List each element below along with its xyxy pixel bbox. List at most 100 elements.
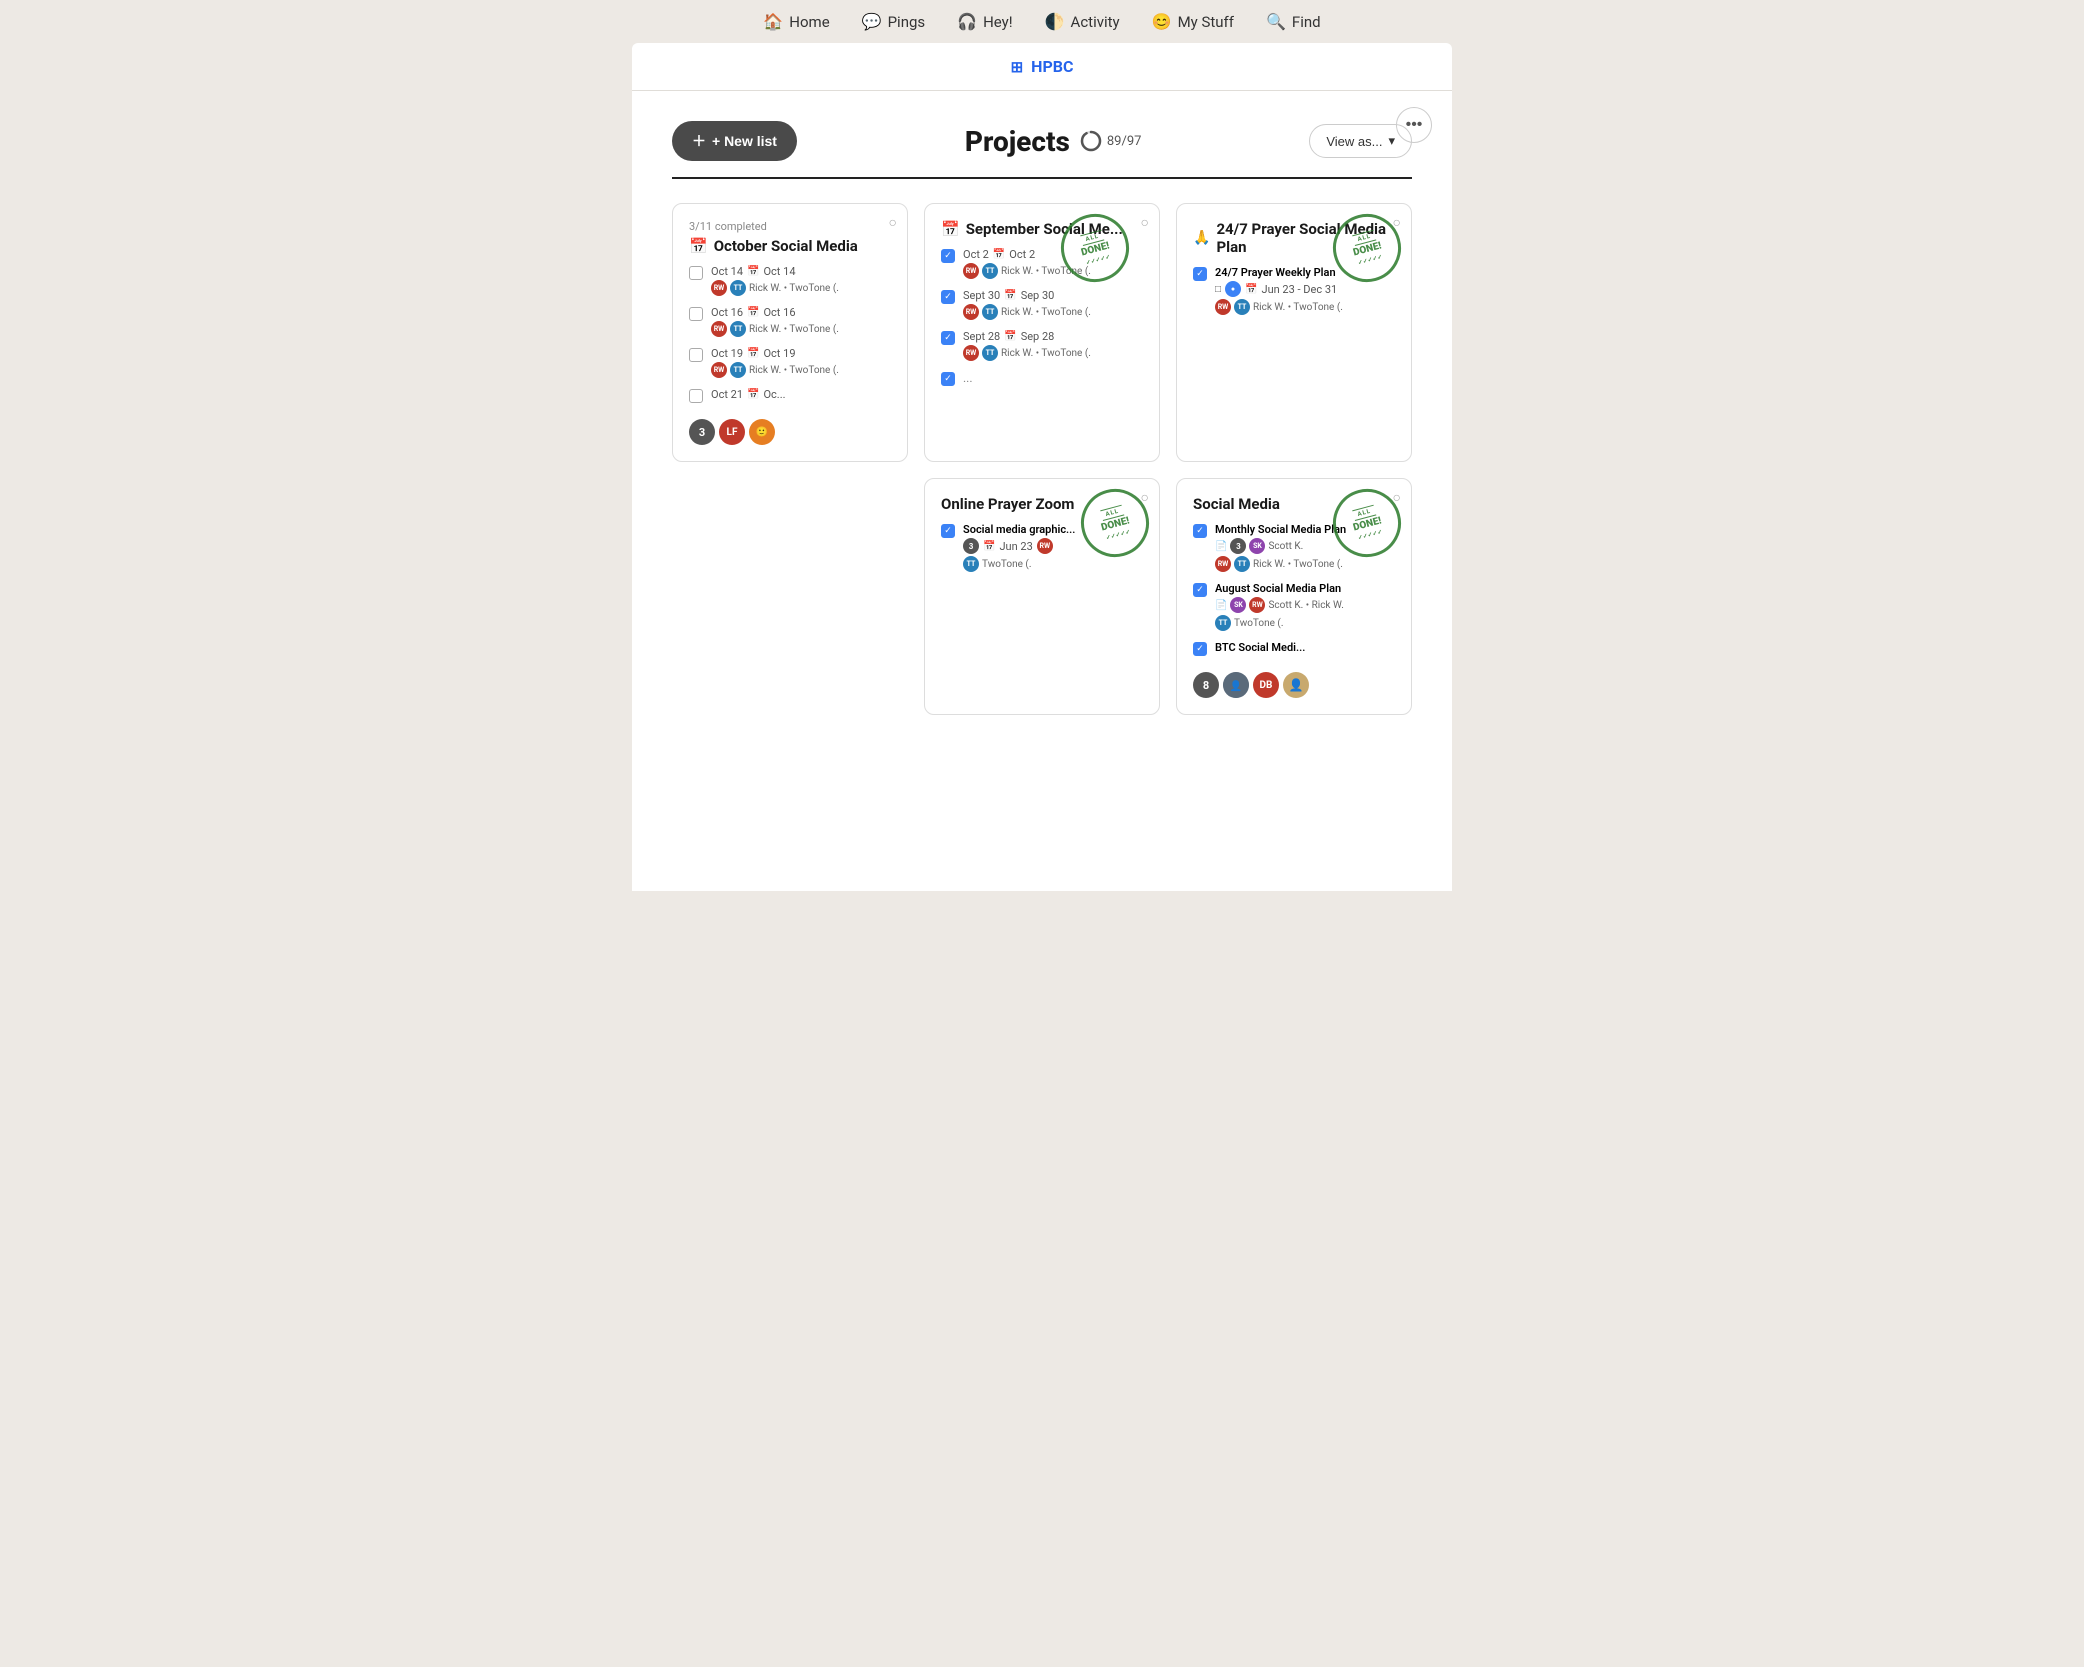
avatar-rick: RW — [963, 345, 979, 361]
todo-checkbox[interactable]: ✓ — [941, 372, 955, 386]
todo-content: ... — [963, 371, 1143, 385]
page-header: ＋ + New list Projects 89/97 View as... ▾ — [672, 121, 1412, 161]
todo-item: ✓ BTC Social Medi... — [1193, 641, 1395, 656]
todo-checkbox[interactable]: ✓ — [1193, 583, 1207, 597]
card-header: 3/11 completed 📅 October Social Media — [689, 220, 891, 255]
todo-checkbox[interactable] — [689, 348, 703, 362]
card-menu-button[interactable]: ○ — [1141, 214, 1149, 230]
todo-checkbox[interactable] — [689, 307, 703, 321]
calendar-mini-icon: 📅 — [993, 249, 1005, 260]
todo-date-2: Sep 28 — [1021, 330, 1055, 343]
main-content: ••• ＋ + New list Projects 89/97 View as.… — [632, 91, 1452, 891]
calendar-mini-icon: 📅 — [1004, 290, 1016, 301]
card-title-text: Online Prayer Zoom — [941, 495, 1074, 513]
todo-checkbox[interactable]: ✓ — [1193, 267, 1207, 281]
avatar-rick: RW — [1037, 538, 1053, 554]
avatar-gold: 🙂 — [749, 419, 775, 445]
todo-checkbox[interactable]: ✓ — [941, 524, 955, 538]
project-banner-link[interactable]: ⊞ HPBC — [1011, 57, 1074, 76]
card-october-social-media: ○ 3/11 completed 📅 October Social Media … — [672, 203, 908, 462]
avatar-img — [1223, 672, 1249, 698]
todo-content: Oct 19 📅 Oct 19 RW TT Rick W. • TwoTone … — [711, 347, 891, 378]
card-title-text: Social Media — [1193, 495, 1280, 513]
todo-item: Oct 21 📅 Oc... — [689, 388, 891, 403]
todo-assignees-2: RW TT Rick W. • TwoTone (. — [1215, 556, 1395, 572]
assignee-names: Rick W. • TwoTone (. — [1001, 348, 1091, 359]
todo-date-2: Oct 14 — [763, 265, 795, 278]
calendar-mini-icon: 📅 — [747, 307, 759, 318]
todo-dates: Sept 28 📅 Sep 28 — [963, 330, 1143, 343]
project-banner: ⊞ HPBC — [632, 43, 1452, 91]
hey-icon: 🎧 — [957, 12, 977, 31]
prayer-icon: 🙏 — [1193, 230, 1210, 246]
todo-checkbox[interactable]: ✓ — [941, 290, 955, 304]
num-icon: □ — [1215, 284, 1221, 295]
avatar-scott: SK — [1249, 538, 1265, 554]
new-list-button[interactable]: ＋ + New list — [672, 121, 797, 161]
chevron-down-icon: ▾ — [1388, 133, 1395, 149]
nav-find[interactable]: 🔍 Find — [1266, 12, 1321, 31]
nav-activity[interactable]: 🌓 Activity — [1045, 12, 1120, 31]
todo-checkbox[interactable]: ✓ — [941, 249, 955, 263]
avatar-count: 3 — [963, 538, 979, 554]
page-title: Projects — [965, 125, 1070, 158]
todo-assignees: RW TT Rick W. • TwoTone (. — [1215, 299, 1395, 315]
todo-checkbox[interactable] — [689, 389, 703, 403]
todo-content: Oct 16 📅 Oct 16 RW TT Rick W. • TwoTone … — [711, 306, 891, 337]
avatar-twotone: TT — [982, 304, 998, 320]
todo-checkbox[interactable]: ✓ — [1193, 642, 1207, 656]
todo-date-1: Sept 30 — [963, 289, 1000, 302]
assignee-names: Rick W. • TwoTone (. — [749, 324, 839, 335]
todo-date-2: Oct 2 — [1009, 248, 1035, 261]
nav-mystuff[interactable]: 😊 My Stuff — [1152, 12, 1234, 31]
assignee-names: TwoTone (. — [982, 559, 1031, 570]
nav-home[interactable]: 🏠 Home — [763, 12, 829, 31]
doc-icon: 📄 — [1215, 600, 1227, 611]
nav-activity-label: Activity — [1071, 13, 1120, 31]
card-footer: 8 DB 👤 — [1193, 672, 1395, 698]
calendar-mini-icon: 📅 — [983, 541, 995, 552]
card-menu-button[interactable]: ○ — [889, 214, 897, 230]
avatar-count-8: 8 — [1193, 672, 1219, 698]
home-icon: 🏠 — [763, 12, 783, 31]
avatar-rick: RW — [1215, 299, 1231, 315]
todo-date-2: Oc... — [763, 388, 785, 401]
todo-checkbox[interactable]: ✓ — [941, 331, 955, 345]
card-social-media: ○ ALL DONE! ✓✓✓✓✓ Social Media ✓ Monthly… — [1176, 478, 1412, 715]
activity-icon: 🌓 — [1045, 12, 1065, 31]
nav-pings[interactable]: 💬 Pings — [862, 12, 925, 31]
card-title-text: October Social Media — [714, 237, 858, 255]
assignee-names: Scott K. • Rick W. — [1268, 600, 1343, 611]
avatar-rick: RW — [711, 280, 727, 296]
cards-row-1: ○ 3/11 completed 📅 October Social Media … — [672, 203, 1412, 462]
todo-date-1: Oct 21 — [711, 388, 743, 401]
card-247-prayer: ○ ALL DONE! ✓✓✓✓✓ 🙏 24/7 Prayer Social M… — [1176, 203, 1412, 462]
todo-checkbox[interactable]: ✓ — [1193, 524, 1207, 538]
progress-text: 89/97 — [1107, 134, 1142, 149]
assignee-names-2: Rick W. • TwoTone (. — [1253, 559, 1343, 570]
card-september-social-media: ○ ALL DONE! ✓✓✓✓✓ 📅 September Social Me.… — [924, 203, 1160, 462]
todo-checkbox[interactable] — [689, 266, 703, 280]
assignee-names: Rick W. • TwoTone (. — [1001, 307, 1091, 318]
todo-assignees: RW TT Rick W. • TwoTone (. — [711, 280, 891, 296]
nav-find-label: Find — [1292, 13, 1321, 31]
avatar-twotone: TT — [1215, 615, 1231, 631]
todo-date-1: Oct 19 — [711, 347, 743, 360]
todo-assignees: RW TT Rick W. • TwoTone (. — [711, 321, 891, 337]
nav-mystuff-label: My Stuff — [1178, 13, 1234, 31]
more-options-button[interactable]: ••• — [1396, 107, 1432, 143]
todo-item: ✓ Sept 28 📅 Sep 28 RW TT Rick W. • TwoTo… — [941, 330, 1143, 361]
calendar-mini-icon: 📅 — [747, 389, 759, 400]
todo-content: August Social Media Plan 📄 SK RW Scott K… — [1215, 582, 1395, 631]
todo-item: Oct 19 📅 Oct 19 RW TT Rick W. • TwoTone … — [689, 347, 891, 378]
todo-assignees: TT TwoTone (. — [963, 556, 1143, 572]
avatar-rick: RW — [963, 304, 979, 320]
card-footer: 3 LF 🙂 — [689, 419, 891, 445]
nav-hey[interactable]: 🎧 Hey! — [957, 12, 1012, 31]
avatar-rick: RW — [1215, 556, 1231, 572]
assignee-names: Rick W. • TwoTone (. — [749, 283, 839, 294]
doc-icon: 📄 — [1215, 541, 1227, 552]
card-title[interactable]: 📅 October Social Media — [689, 237, 891, 255]
assignee-names-2: TwoTone (. — [1234, 618, 1283, 629]
todo-item: Oct 16 📅 Oct 16 RW TT Rick W. • TwoTone … — [689, 306, 891, 337]
